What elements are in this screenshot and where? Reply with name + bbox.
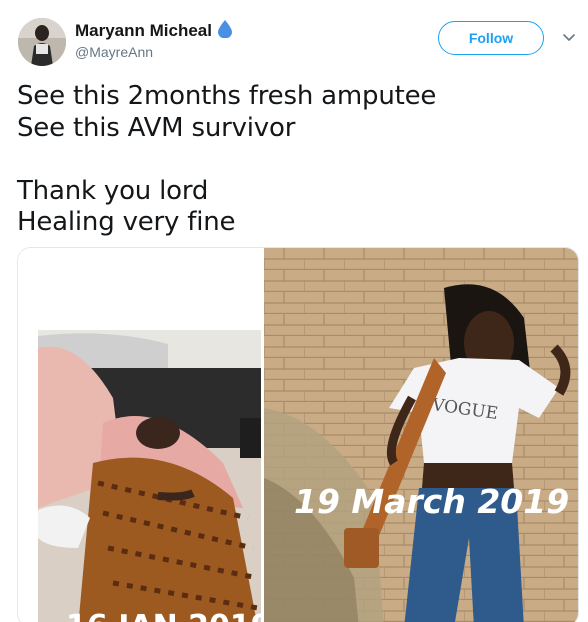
- tweet-line: See this 2months fresh amputee: [17, 81, 437, 111]
- tweet-line: [17, 144, 436, 176]
- display-name[interactable]: Maryann Micheal: [75, 20, 232, 41]
- tweet-line: Thank you lord: [17, 175, 209, 206]
- user-handle[interactable]: @MayreAnn: [75, 44, 153, 60]
- photo-portrait[interactable]: VOGUE 19 March 2019: [264, 248, 578, 622]
- photo-left-caption: 16 JAN 2019: [66, 609, 261, 622]
- chevron-down-icon[interactable]: [560, 28, 578, 46]
- avatar[interactable]: [18, 18, 66, 66]
- tweet-header: Maryann Micheal @MayreAnn Follow: [16, 14, 576, 66]
- tweet-line: See this AVM survivor: [17, 112, 296, 143]
- tweet-text: See this 2months fresh amputee See this …: [17, 81, 436, 239]
- follow-button[interactable]: Follow: [438, 21, 544, 55]
- media-grid: 16 JAN 2019 VOGUE 19 March: [17, 247, 579, 622]
- photo-hospital[interactable]: 16 JAN 2019: [18, 248, 272, 622]
- water-drop-icon: [218, 20, 232, 38]
- tweet-line: Healing very fine: [17, 207, 236, 237]
- photo-right-caption: 19 March 2019: [294, 482, 569, 521]
- display-name-text[interactable]: Maryann Micheal: [75, 21, 212, 40]
